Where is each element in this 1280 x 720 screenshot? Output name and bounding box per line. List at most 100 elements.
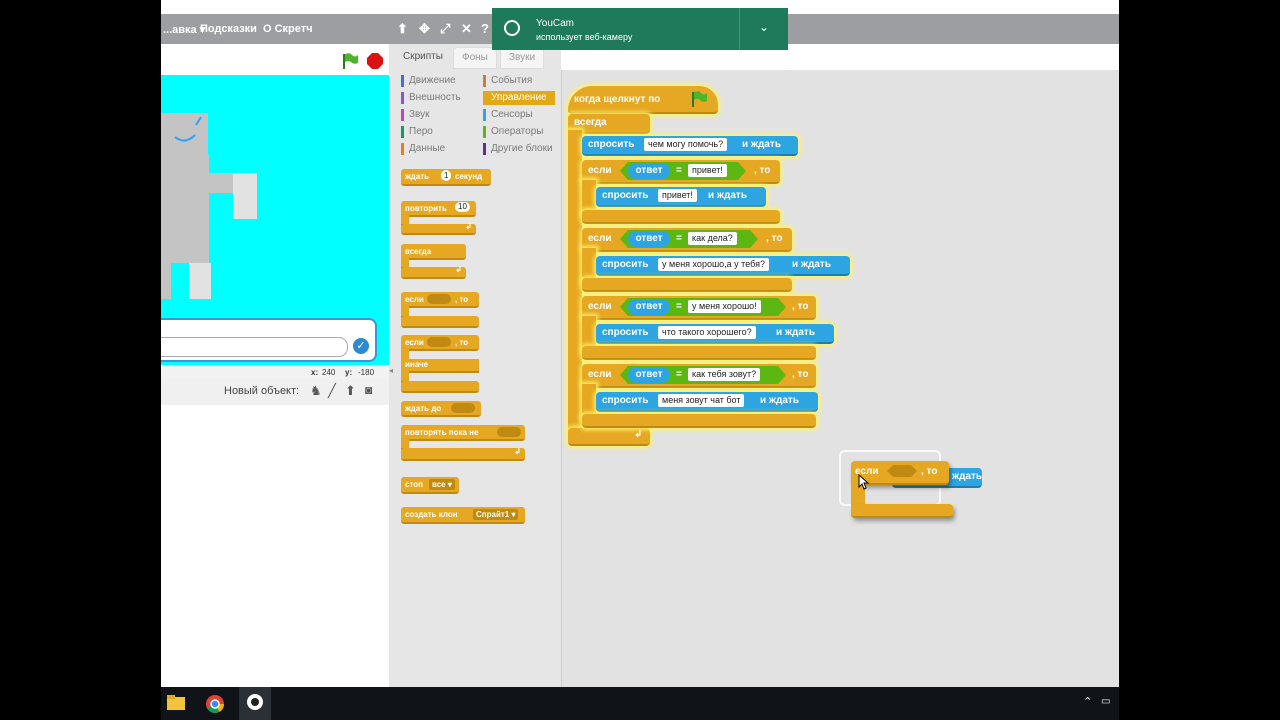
ask-input[interactable]: чем могу помочь?	[644, 138, 728, 151]
equals-operator[interactable]: ответ = у меня хорошо!	[620, 298, 786, 316]
menu-about[interactable]: О Скретч	[263, 23, 313, 35]
category-pen[interactable]: Перо	[401, 125, 433, 139]
when-flag-clicked-block[interactable]: когда щелкнут по	[568, 86, 718, 114]
if-block[interactable]: если ответ = у меня хорошо! , то	[582, 296, 816, 320]
stop-block[interactable]: стоп все ▾	[401, 477, 459, 494]
create-clone-block[interactable]: создать клон Спрайт1 ▾	[401, 507, 525, 524]
if-then-block[interactable]: если , то	[401, 292, 479, 308]
shrink-icon[interactable]: ✕	[461, 21, 472, 37]
ask-block[interactable]: спросить привет! и ждать	[596, 187, 766, 207]
category-sensing[interactable]: Сенсоры	[483, 108, 533, 122]
duplicate-icon[interactable]: ⬆	[397, 21, 408, 37]
repeat-until-block[interactable]: повторять пока не	[401, 425, 525, 441]
checkmark-icon[interactable]: ✓	[353, 338, 369, 354]
scratch-window: ...авка ▾ Подсказки О Скретч ⬆ ✥ ⤢ ✕ ? ✓…	[161, 0, 1119, 687]
equals-operator[interactable]: ответ = привет!	[620, 162, 746, 180]
condition-slot[interactable]	[451, 403, 475, 413]
menu-edit[interactable]: ...авка ▾	[163, 23, 205, 36]
block-palette: Скрипты Фоны Звуки Движение Внешность Зв…	[394, 44, 561, 687]
category-operators[interactable]: Операторы	[483, 125, 543, 139]
camera-icon[interactable]: ◙	[365, 383, 372, 397]
stop-icon[interactable]	[366, 52, 384, 70]
block-label: если	[405, 338, 424, 347]
network-icon[interactable]: ▭	[1101, 696, 1110, 707]
answer-reporter[interactable]: ответ	[628, 367, 670, 383]
ask-input[interactable]: что такого хорошего?	[658, 326, 756, 339]
category-motion[interactable]: Движение	[401, 74, 456, 88]
block-input[interactable]: 10	[455, 202, 470, 212]
upload-icon[interactable]: ⬆	[345, 383, 356, 399]
if-block[interactable]: если ответ = как дела? , то	[582, 228, 792, 252]
category-color-bar	[483, 75, 486, 87]
block-label: иначе	[405, 360, 429, 369]
chevron-down-icon[interactable]: ⌄	[759, 20, 769, 34]
category-more-blocks[interactable]: Другие блоки	[483, 142, 553, 156]
answer-reporter[interactable]: ответ	[628, 299, 670, 315]
answer-reporter[interactable]: ответ	[628, 231, 670, 247]
wait-block[interactable]: ждать 1 секунд	[401, 169, 491, 186]
ask-block[interactable]: спросить у меня хорошо,а у тебя? и ждать	[596, 256, 850, 276]
sprite-library-icon[interactable]: ♞	[310, 383, 322, 399]
stage[interactable]: ✓	[161, 75, 389, 365]
script-area[interactable]: когда щелкнут по всегда ↲ спросить чем м…	[561, 70, 1119, 687]
if-else-block[interactable]: если , то	[401, 335, 479, 351]
block-label: если	[588, 369, 612, 380]
category-events[interactable]: События	[483, 74, 532, 88]
category-sound[interactable]: Звук	[401, 108, 430, 122]
answer-input[interactable]	[161, 337, 348, 357]
paint-brush-icon[interactable]: ╱	[328, 383, 336, 399]
chrome-icon[interactable]	[206, 695, 224, 713]
answer-reporter[interactable]: ответ	[628, 163, 670, 179]
tray-chevron-icon[interactable]: ⌃	[1083, 695, 1092, 708]
repeat-block[interactable]: повторить 10	[401, 201, 476, 217]
compare-input[interactable]: как тебя зовут?	[688, 368, 760, 381]
delete-icon[interactable]: ✥	[419, 21, 430, 37]
category-label: Сенсоры	[491, 109, 533, 120]
taskbar: ⌃ ▭	[161, 687, 1119, 720]
block-input[interactable]: 1	[441, 170, 452, 181]
if-block[interactable]: если ответ = привет! , то	[582, 160, 780, 184]
tab-backdrops[interactable]: Фоны	[453, 47, 497, 69]
scratch-app-icon[interactable]	[247, 694, 263, 710]
block-label: стоп	[405, 480, 423, 489]
loop-arrow-icon: ↲	[455, 265, 462, 274]
file-explorer-icon[interactable]	[167, 695, 185, 711]
category-data[interactable]: Данные	[401, 142, 445, 156]
category-control[interactable]: Управление	[483, 91, 555, 105]
dragged-if-foot	[851, 504, 953, 518]
block-label: если	[588, 165, 612, 176]
youcam-notification[interactable]: YouCam использует веб-камеру ⌄	[492, 8, 788, 50]
forever-block[interactable]: всегда	[401, 244, 466, 260]
stop-dropdown[interactable]: все ▾	[429, 479, 455, 490]
ask-input[interactable]: привет!	[658, 189, 697, 202]
equals-operator[interactable]: ответ = как тебя зовут?	[620, 366, 786, 384]
ask-block[interactable]: спросить что такого хорошего? и ждать	[596, 324, 834, 344]
equals-operator[interactable]: ответ = как дела?	[620, 230, 758, 248]
if-block[interactable]: если ответ = как тебя зовут? , то	[582, 364, 816, 388]
compare-input[interactable]: привет!	[688, 164, 727, 177]
ask-input[interactable]: меня зовут чат бот	[658, 394, 745, 407]
menu-tips[interactable]: Подсказки	[200, 23, 257, 35]
collapse-arrow-icon[interactable]: ◂	[389, 366, 393, 375]
condition-slot[interactable]	[427, 337, 451, 347]
ask-block[interactable]: спросить чем могу помочь? и ждать	[582, 136, 798, 156]
green-flag-icon[interactable]	[341, 52, 359, 70]
help-icon[interactable]: ?	[481, 21, 489, 36]
ask-block[interactable]: спросить меня зовут чат бот и ждать	[596, 392, 818, 412]
category-color-bar	[401, 92, 404, 104]
condition-slot[interactable]	[497, 427, 521, 437]
category-label: Внешность	[409, 92, 461, 103]
wait-until-block[interactable]: ждать до	[401, 401, 481, 417]
grow-icon[interactable]: ⤢	[440, 21, 450, 37]
condition-slot[interactable]	[887, 465, 917, 477]
tab-scripts[interactable]: Скрипты	[395, 47, 451, 67]
ask-input[interactable]: у меня хорошо,а у тебя?	[658, 258, 769, 271]
if-else-foot	[401, 381, 479, 393]
category-looks[interactable]: Внешность	[401, 91, 461, 105]
compare-input[interactable]: как дела?	[688, 232, 737, 245]
mouse-coordinates: x: 240 y: -180	[161, 365, 389, 379]
clone-dropdown[interactable]: Спрайт1 ▾	[473, 509, 519, 520]
condition-slot[interactable]	[427, 294, 451, 304]
compare-input[interactable]: у меня хорошо!	[688, 300, 761, 313]
tab-sounds[interactable]: Звуки	[500, 47, 545, 69]
